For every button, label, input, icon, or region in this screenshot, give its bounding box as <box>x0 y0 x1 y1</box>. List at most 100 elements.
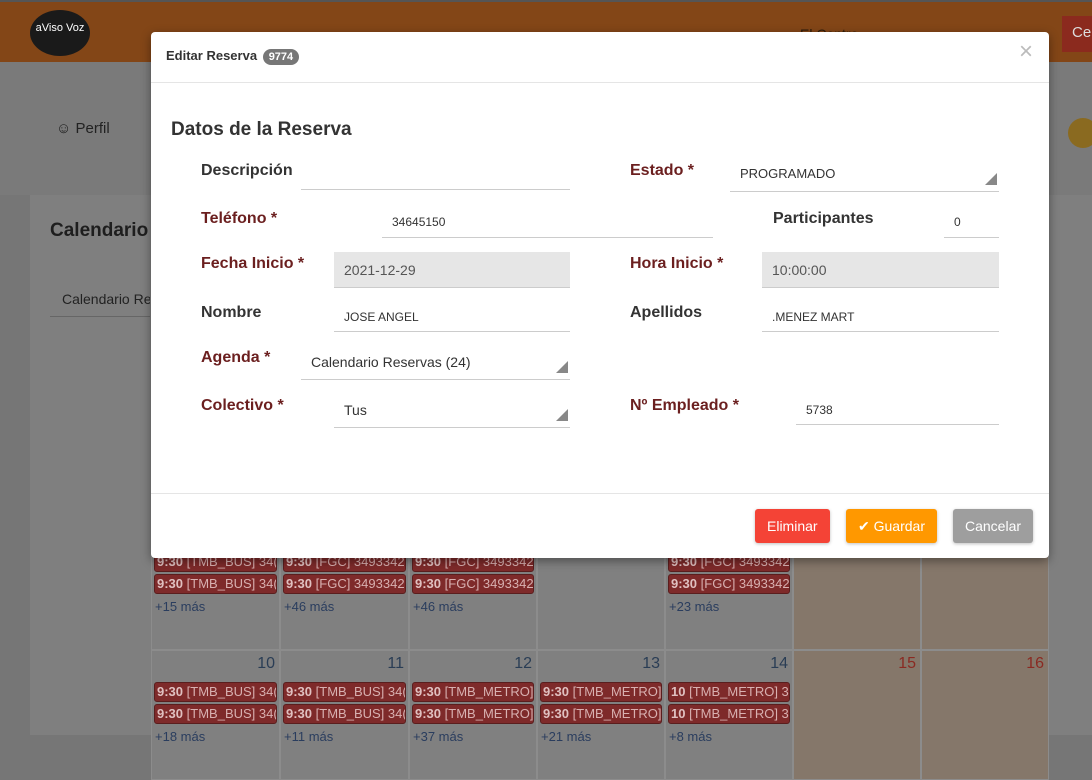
calendar-event[interactable]: 9:30 [TMB_BUS] 34( <box>283 704 406 724</box>
calendar-day[interactable]: 11 9:30 [TMB_BUS] 34(9:30 [TMB_BUS] 34(+1… <box>280 650 409 780</box>
calendar-event[interactable]: 10 [TMB_METRO] 34 <box>668 704 790 724</box>
hora-inicio-label: Hora Inicio * <box>630 255 724 272</box>
event-title: [TMB_BUS] 34( <box>315 684 406 699</box>
calendar-grid: 39:30 [TMB_BUS] 34(9:30 [TMB_BUS] 34(+15… <box>151 520 1049 780</box>
calendar-event[interactable]: 9:30 [TMB_METRO] <box>540 682 662 702</box>
user-icon: ☺ <box>56 120 76 137</box>
save-button[interactable]: ✔ Guardar <box>846 509 937 543</box>
event-time: 10 <box>671 684 686 699</box>
telefono-input[interactable]: 34645150 <box>382 202 713 238</box>
colectivo-label: Colectivo * <box>201 397 284 414</box>
calendar-event[interactable]: 10 [TMB_METRO] 34 <box>668 682 790 702</box>
more-events-link[interactable]: +11 más <box>284 729 333 744</box>
event-title: [TMB_METRO] <box>572 706 662 721</box>
event-time: 9:30 <box>157 706 184 721</box>
hora-inicio-input[interactable]: 10:00:00 <box>762 252 999 288</box>
event-time: 9:30 <box>286 576 313 591</box>
nombre-label: Nombre <box>201 304 262 321</box>
calendar-day[interactable]: 13 9:30 [TMB_METRO] 9:30 [TMB_METRO] +21 má… <box>537 650 665 780</box>
event-title: [TMB_BUS] 34( <box>315 706 406 721</box>
save-label: Guardar <box>873 518 925 534</box>
event-title: [TMB_METRO] 34 <box>689 706 790 721</box>
event-time: 9:30 <box>286 684 313 699</box>
calendar-event[interactable]: 9:30 [TMB_METRO] <box>412 704 534 724</box>
apellidos-input[interactable]: .MENEZ MART <box>762 296 999 332</box>
more-events-link[interactable]: +46 más <box>284 599 334 614</box>
calendar-day[interactable]: 12 9:30 [TMB_METRO] 9:30 [TMB_METRO] +37 má… <box>409 650 537 780</box>
day-number[interactable]: 10 <box>257 655 275 673</box>
event-title: [TMB_BUS] 34( <box>186 706 277 721</box>
modal-footer-divider <box>151 493 1049 494</box>
calendar-event[interactable]: 9:30 [TMB_BUS] 34( <box>283 682 406 702</box>
calendar-day[interactable]: 16 <box>921 650 1049 780</box>
agenda-select[interactable]: Calendario Reservas (24) <box>301 344 570 380</box>
nav-perfil-label: Perfil <box>75 120 110 137</box>
day-number[interactable]: 15 <box>898 655 916 673</box>
calendar-event[interactable]: 9:30 [TMB_BUS] 34( <box>154 682 277 702</box>
event-title: [TMB_METRO] <box>444 706 534 721</box>
calendar-event[interactable]: 9:30 [TMB_METRO] <box>540 704 662 724</box>
day-number[interactable]: 13 <box>642 655 660 673</box>
calendar-day[interactable]: 10 9:30 [TMB_BUS] 34(9:30 [TMB_BUS] 34(+1… <box>151 650 280 780</box>
more-events-link[interactable]: +15 más <box>155 599 205 614</box>
cancel-button[interactable]: Cancelar <box>953 509 1034 543</box>
event-time: 9:30 <box>671 576 698 591</box>
descripcion-label: Descripción <box>201 162 293 179</box>
event-title: [FGC] 3493342 <box>444 576 534 591</box>
event-time: 9:30 <box>415 576 442 591</box>
event-time: 9:30 <box>415 684 442 699</box>
modal-title: Editar Reserva <box>166 48 258 63</box>
calendar-event[interactable]: 9:30 [FGC] 3493342 <box>412 574 534 594</box>
nombre-input[interactable]: JOSE ANGEL <box>334 296 570 332</box>
estado-label: Estado * <box>630 162 695 179</box>
coins-icon[interactable] <box>1068 118 1092 148</box>
calendar-title: Calendario <box>50 220 149 241</box>
more-events-link[interactable]: +37 más <box>413 729 463 744</box>
reservation-id-badge: 9774 <box>262 49 300 65</box>
event-time: 9:30 <box>157 684 184 699</box>
empleado-label: Nº Empleado * <box>630 397 739 414</box>
event-time: 9:30 <box>543 706 570 721</box>
more-events-link[interactable]: +23 más <box>669 599 719 614</box>
estado-select[interactable]: PROGRAMADO <box>730 156 999 192</box>
event-title: [TMB_BUS] 34( <box>186 684 277 699</box>
event-time: 9:30 <box>415 706 442 721</box>
agenda-label: Agenda * <box>201 349 271 366</box>
calendar-tab[interactable]: Calendario Reservas <box>50 282 150 317</box>
modal-header: Editar Reserva 9774 <box>151 32 1049 83</box>
participantes-label: Participantes <box>773 210 874 227</box>
fecha-inicio-input[interactable]: 2021-12-29 <box>334 252 570 288</box>
event-title: [TMB_BUS] 34( <box>186 576 277 591</box>
close-icon[interactable]: × <box>1019 38 1033 66</box>
day-number[interactable]: 14 <box>770 655 788 673</box>
more-events-link[interactable]: +8 más <box>669 729 712 744</box>
descripcion-input[interactable] <box>301 154 570 190</box>
calendar-event[interactable]: 9:30 [FGC] 3493342 <box>283 574 406 594</box>
more-events-link[interactable]: +21 más <box>541 729 591 744</box>
calendar-day[interactable]: 14 10 [TMB_METRO] 34 10 [TMB_METRO] 34 +8 m… <box>665 650 793 780</box>
calendar-event[interactable]: 9:30 [TMB_METRO] <box>412 682 534 702</box>
apellidos-label: Apellidos <box>630 304 703 321</box>
nav-perfil[interactable]: ☺ Perfil <box>56 120 110 137</box>
delete-button[interactable]: Eliminar <box>755 509 830 543</box>
calendar-day[interactable]: 15 <box>793 650 921 780</box>
calendar-event[interactable]: 9:30 [TMB_BUS] 34( <box>154 574 277 594</box>
day-number[interactable]: 11 <box>387 655 404 673</box>
day-number[interactable]: 12 <box>514 655 532 673</box>
event-time: 9:30 <box>286 706 313 721</box>
calendar-event[interactable]: 9:30 [FGC] 3493342 <box>668 574 790 594</box>
colectivo-select[interactable]: Tus <box>334 392 570 428</box>
participantes-input[interactable]: 0 <box>944 202 999 238</box>
day-number[interactable]: 16 <box>1026 655 1044 673</box>
event-title: [FGC] 3493342 <box>315 576 405 591</box>
empleado-input[interactable]: 5738 <box>796 389 999 425</box>
check-icon: ✔ <box>858 518 874 534</box>
event-time: 9:30 <box>543 684 570 699</box>
more-events-link[interactable]: +46 más <box>413 599 463 614</box>
header-button[interactable]: Ce <box>1062 16 1092 52</box>
event-title: [TMB_METRO] <box>572 684 662 699</box>
fecha-inicio-label: Fecha Inicio * <box>201 255 305 272</box>
calendar-event[interactable]: 9:30 [TMB_BUS] 34( <box>154 704 277 724</box>
logo[interactable]: aViso Voz <box>30 10 90 56</box>
more-events-link[interactable]: +18 más <box>155 729 205 744</box>
